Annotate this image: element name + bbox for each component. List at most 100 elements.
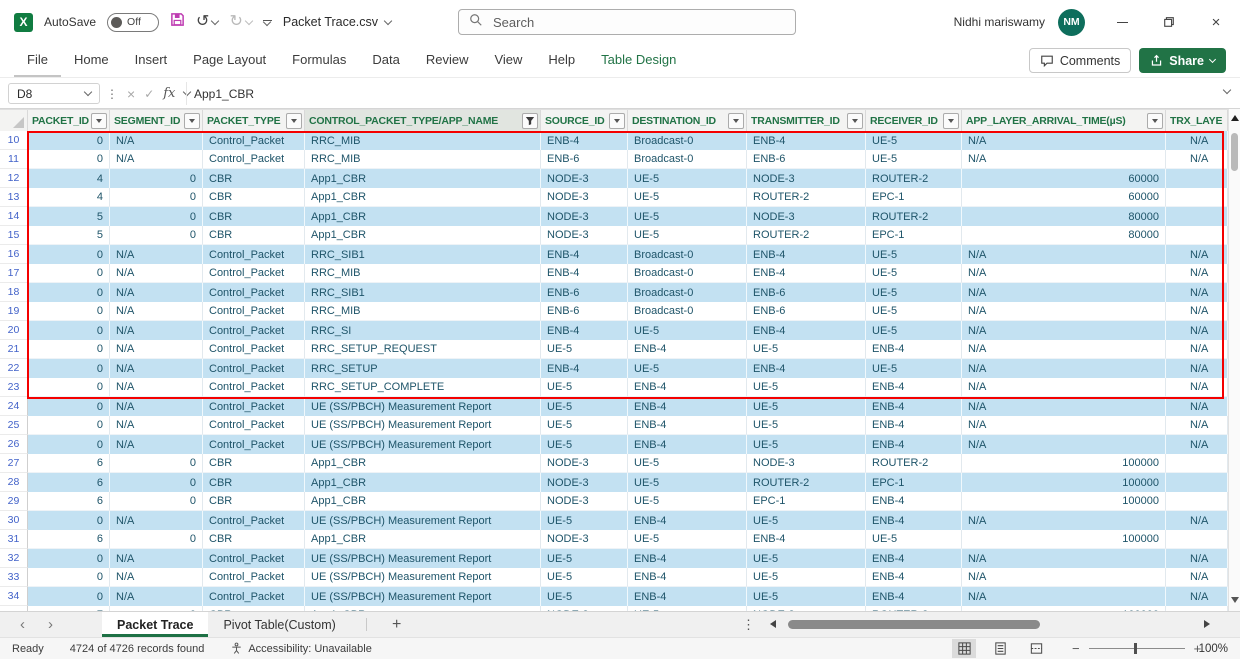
cell[interactable]: Control_Packet bbox=[203, 150, 305, 169]
cell[interactable]: UE-5 bbox=[866, 359, 962, 378]
cell[interactable]: UE-5 bbox=[628, 473, 747, 492]
cell[interactable] bbox=[1166, 226, 1228, 245]
cell[interactable]: Control_Packet bbox=[203, 511, 305, 530]
cell[interactable] bbox=[1166, 169, 1228, 188]
cell[interactable] bbox=[1166, 207, 1228, 226]
cell[interactable]: N/A bbox=[962, 587, 1166, 606]
column-header-receiver-id[interactable]: RECEIVER_ID bbox=[866, 110, 962, 131]
add-sheet-button[interactable]: + bbox=[392, 612, 401, 637]
cell[interactable]: N/A bbox=[962, 435, 1166, 454]
cell[interactable]: 0 bbox=[28, 416, 110, 435]
cell[interactable]: 0 bbox=[28, 359, 110, 378]
cell[interactable]: 100000 bbox=[962, 473, 1166, 492]
cell[interactable]: 0 bbox=[28, 283, 110, 302]
share-button[interactable]: Share bbox=[1139, 48, 1226, 73]
cell[interactable]: NODE-3 bbox=[541, 226, 628, 245]
cell[interactable]: UE-5 bbox=[866, 150, 962, 169]
scroll-up-icon[interactable] bbox=[1231, 115, 1239, 121]
cell[interactable]: ENB-4 bbox=[541, 131, 628, 150]
restore-button[interactable] bbox=[1159, 12, 1179, 32]
cell[interactable]: N/A bbox=[110, 511, 203, 530]
cell[interactable]: 0 bbox=[110, 169, 203, 188]
row-number[interactable]: 31 bbox=[0, 530, 28, 549]
ribbon-tab-review[interactable]: Review bbox=[413, 44, 482, 77]
column-header-packet-id[interactable]: PACKET_ID bbox=[28, 110, 110, 131]
cell[interactable]: NODE-3 bbox=[541, 530, 628, 549]
cell[interactable]: CBR bbox=[203, 226, 305, 245]
cell[interactable]: N/A bbox=[1166, 321, 1228, 340]
cell[interactable]: CBR bbox=[203, 530, 305, 549]
cell[interactable]: ENB-4 bbox=[747, 321, 866, 340]
cell[interactable]: 0 bbox=[28, 568, 110, 587]
cell[interactable]: CBR bbox=[203, 169, 305, 188]
cell[interactable]: RRC_SIB1 bbox=[305, 245, 541, 264]
cell[interactable]: N/A bbox=[110, 587, 203, 606]
user-name[interactable]: Nidhi mariswamy bbox=[954, 15, 1045, 29]
cell[interactable]: NODE-3 bbox=[747, 207, 866, 226]
cell[interactable]: ROUTER-2 bbox=[747, 473, 866, 492]
cell[interactable]: ENB-4 bbox=[866, 549, 962, 568]
cell[interactable]: ENB-4 bbox=[866, 492, 962, 511]
cell[interactable]: App1_CBR bbox=[305, 169, 541, 188]
cell[interactable]: NODE-3 bbox=[541, 207, 628, 226]
cell[interactable]: Broadcast-0 bbox=[628, 150, 747, 169]
cell[interactable]: N/A bbox=[1166, 150, 1228, 169]
cell[interactable]: RRC_MIB bbox=[305, 264, 541, 283]
row-number[interactable]: 19 bbox=[0, 302, 28, 321]
cell[interactable]: NODE-3 bbox=[541, 492, 628, 511]
cell[interactable]: N/A bbox=[110, 283, 203, 302]
cell[interactable]: 0 bbox=[28, 549, 110, 568]
row-number[interactable]: 28 bbox=[0, 473, 28, 492]
cell[interactable]: Control_Packet bbox=[203, 283, 305, 302]
filter-dropdown-icon[interactable] bbox=[91, 113, 107, 129]
cell[interactable]: N/A bbox=[962, 568, 1166, 587]
row-number[interactable]: 14 bbox=[0, 207, 28, 226]
sheet-nav-next-icon[interactable]: › bbox=[48, 612, 53, 637]
cell[interactable]: Control_Packet bbox=[203, 359, 305, 378]
cell[interactable] bbox=[1166, 188, 1228, 207]
filter-dropdown-icon[interactable] bbox=[847, 113, 863, 129]
cell[interactable]: N/A bbox=[1166, 283, 1228, 302]
cell[interactable]: 0 bbox=[110, 454, 203, 473]
cell[interactable]: Control_Packet bbox=[203, 587, 305, 606]
row-number[interactable]: 25 bbox=[0, 416, 28, 435]
cell[interactable]: N/A bbox=[110, 321, 203, 340]
column-header-source-id[interactable]: SOURCE_ID bbox=[541, 110, 628, 131]
cell[interactable]: ENB-6 bbox=[747, 150, 866, 169]
cell[interactable]: UE-5 bbox=[866, 264, 962, 283]
cell[interactable]: ENB-4 bbox=[747, 264, 866, 283]
row-number[interactable]: 32 bbox=[0, 549, 28, 568]
cell[interactable]: CBR bbox=[203, 188, 305, 207]
cell[interactable]: N/A bbox=[110, 264, 203, 283]
expand-formula-bar-icon[interactable] bbox=[1223, 86, 1231, 94]
cell[interactable]: ENB-6 bbox=[541, 283, 628, 302]
filter-dropdown-icon[interactable] bbox=[286, 113, 302, 129]
cell[interactable]: N/A bbox=[962, 264, 1166, 283]
cell[interactable]: 0 bbox=[110, 530, 203, 549]
cell[interactable]: N/A bbox=[962, 283, 1166, 302]
horizontal-scrollbar-thumb[interactable] bbox=[788, 620, 1040, 629]
cell[interactable]: N/A bbox=[110, 416, 203, 435]
cell[interactable]: 0 bbox=[28, 302, 110, 321]
cell[interactable]: NODE-3 bbox=[541, 473, 628, 492]
cell[interactable]: EPC-1 bbox=[866, 188, 962, 207]
row-number[interactable]: 12 bbox=[0, 169, 28, 188]
cell[interactable]: N/A bbox=[1166, 340, 1228, 359]
column-header-app-layer-arrival-time-s[interactable]: APP_LAYER_ARRIVAL_TIME(µS) bbox=[962, 110, 1166, 131]
cell[interactable]: App1_CBR bbox=[305, 473, 541, 492]
column-header-segment-id[interactable]: SEGMENT_ID bbox=[110, 110, 203, 131]
cell[interactable]: N/A bbox=[1166, 264, 1228, 283]
cell[interactable]: ENB-4 bbox=[628, 511, 747, 530]
filter-dropdown-icon[interactable] bbox=[609, 113, 625, 129]
row-number[interactable]: 26 bbox=[0, 435, 28, 454]
cell[interactable]: ENB-4 bbox=[541, 264, 628, 283]
cell[interactable]: N/A bbox=[962, 397, 1166, 416]
row-number[interactable]: 17 bbox=[0, 264, 28, 283]
comments-button[interactable]: Comments bbox=[1029, 48, 1131, 73]
cell[interactable] bbox=[1166, 492, 1228, 511]
cell[interactable]: 0 bbox=[28, 587, 110, 606]
cell[interactable]: ENB-6 bbox=[747, 302, 866, 321]
ribbon-tab-table-design[interactable]: Table Design bbox=[588, 44, 689, 77]
cell[interactable]: 100000 bbox=[962, 530, 1166, 549]
sheet-nav-prev-icon[interactable]: ‹ bbox=[20, 612, 25, 637]
